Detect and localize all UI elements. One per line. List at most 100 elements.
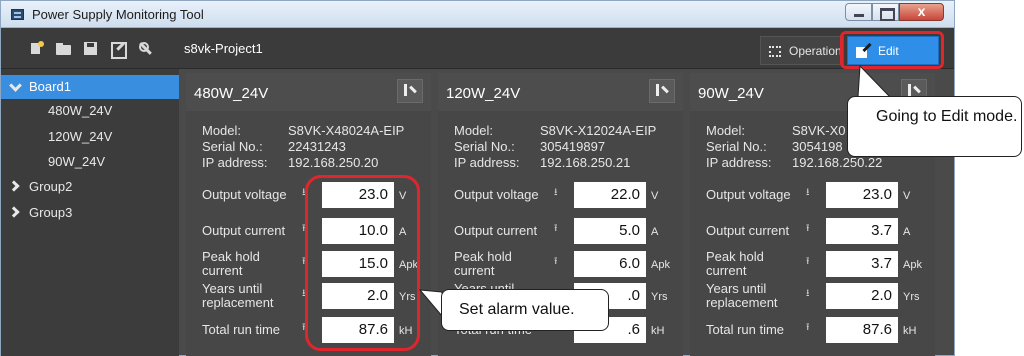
device-tree: Board1 480W_24V 120W_24V 90W_24V Group2 … — [1, 69, 179, 356]
output-voltage-field[interactable]: 23.0 — [826, 182, 898, 208]
unit-label: Apk — [903, 259, 922, 271]
output-voltage-row: Output voltage ⭳ 22.0 V — [454, 180, 679, 210]
model-value: S8VK-X48024A-EIP — [288, 123, 405, 138]
model-label: Model: — [706, 123, 746, 138]
collapse-panel-button[interactable] — [397, 79, 423, 103]
total-run-label: Total run time — [706, 322, 785, 337]
save-icon[interactable] — [83, 41, 99, 56]
output-current-row: Output current ⭱ 5.0 A — [454, 216, 679, 246]
device-info: Model: S8VK-X12024A-EIP Serial No.: 305419… — [454, 123, 656, 171]
alarm-values-highlight — [305, 175, 420, 351]
tree-item-480w[interactable]: 480W_24V — [1, 99, 179, 123]
maximize-button[interactable] — [872, 3, 899, 21]
operation-button[interactable]: Operation — [760, 36, 844, 65]
output-current-field[interactable]: 3.7 — [826, 218, 898, 244]
arrow-up-icon: ⭱ — [806, 322, 810, 333]
arrow-down-icon: ⭳ — [806, 288, 810, 299]
unit-label: Yrs — [903, 291, 920, 303]
ip-value: 192.168.250.22 — [792, 155, 883, 170]
edit-list-icon[interactable] — [110, 41, 127, 59]
arrow-down-icon: ⭳ — [554, 187, 558, 198]
model-value: S8VK-X12024A-EIP — [540, 123, 657, 138]
peak-hold-label: Peak hold current — [202, 249, 260, 278]
minimize-button[interactable] — [845, 3, 872, 21]
arrow-up-icon: ⭱ — [806, 223, 810, 234]
ip-label: IP address: — [454, 155, 520, 170]
wrench-icon[interactable] — [138, 41, 154, 56]
arrow-up-icon: ⭱ — [806, 256, 810, 267]
peak-hold-label: Peak hold current — [454, 249, 512, 278]
chevron-right-icon[interactable] — [8, 180, 20, 192]
close-button[interactable]: x — [899, 3, 944, 21]
unit-label: kH — [903, 325, 917, 337]
open-folder-icon[interactable] — [56, 41, 72, 56]
project-name: s8vk-Project1 — [184, 41, 263, 56]
peak-hold-row: Peak hold current ⭱ 6.0 Apk — [454, 249, 679, 279]
new-project-icon[interactable] — [29, 41, 45, 56]
unit-label: A — [903, 226, 911, 238]
arrow-up-icon: ⭱ — [554, 256, 558, 267]
tree-item-label: 90W_24V — [48, 154, 106, 169]
callout-edit-text: Going to Edit mode. — [876, 108, 1018, 125]
operation-icon — [769, 46, 781, 57]
tree-item-label: 480W_24V — [48, 103, 113, 118]
collapse-panel-button[interactable] — [649, 79, 675, 103]
panel-header: 480W_24V — [186, 73, 431, 111]
unit-label: kH — [651, 325, 665, 337]
tree-item-90w[interactable]: 90W_24V — [1, 150, 179, 174]
serial-label: Serial No.: — [706, 139, 767, 154]
total-run-label: Total run time — [202, 322, 281, 337]
tree-item-group3[interactable]: Group3 — [1, 201, 179, 225]
serial-label: Serial No.: — [454, 139, 515, 154]
unit-label: V — [651, 190, 659, 202]
serial-value: 22431243 — [288, 139, 346, 154]
peak-hold-label: Peak hold current — [706, 249, 764, 278]
window-controls: x — [845, 3, 944, 21]
output-voltage-field[interactable]: 22.0 — [574, 182, 646, 208]
arrow-down-icon: ⭳ — [806, 187, 810, 198]
serial-label: Serial No.: — [202, 139, 263, 154]
tree-item-label: 120W_24V — [48, 129, 113, 144]
tree-item-label: Board1 — [29, 79, 71, 94]
model-label: Model: — [454, 123, 494, 138]
callout-edit-mode: Going to Edit mode. — [847, 96, 1022, 157]
total-run-row: Total run time ⭱ 87.6 kH — [706, 315, 931, 345]
tree-item-group2[interactable]: Group2 — [1, 175, 179, 199]
peak-hold-field[interactable]: 6.0 — [574, 251, 646, 277]
peak-hold-field[interactable]: 3.7 — [826, 251, 898, 277]
total-run-field[interactable]: 87.6 — [826, 317, 898, 343]
output-current-field[interactable]: 5.0 — [574, 218, 646, 244]
years-until-label: Years until replacement — [706, 281, 778, 310]
output-voltage-label: Output voltage — [454, 187, 539, 202]
panel-title: 120W_24V — [446, 85, 521, 102]
ip-label: IP address: — [202, 155, 268, 170]
output-current-label: Output current — [706, 223, 790, 238]
callout-alarm-text: Set alarm value. — [459, 301, 575, 318]
panel-title: 480W_24V — [194, 85, 269, 102]
unit-label: V — [903, 190, 911, 202]
operation-label: Operation — [789, 44, 842, 58]
serial-value: 305419897 — [540, 139, 606, 154]
callout-set-alarm: Set alarm value. — [441, 289, 609, 331]
serial-value: 3054198 — [792, 139, 843, 154]
title-bar: Power Supply Monitoring Tool x — [1, 1, 954, 28]
ip-label: IP address: — [706, 155, 772, 170]
years-until-field[interactable]: 2.0 — [826, 283, 898, 309]
tree-item-board1[interactable]: Board1 — [1, 75, 179, 99]
panel-title: 90W_24V — [698, 85, 764, 102]
chevron-down-icon[interactable] — [9, 79, 22, 92]
output-current-row: Output current ⭱ 3.7 A — [706, 216, 931, 246]
unit-label: Yrs — [651, 291, 668, 303]
output-current-label: Output current — [202, 223, 286, 238]
chevron-right-icon[interactable] — [8, 206, 20, 218]
tree-item-label: Group3 — [29, 205, 73, 220]
years-until-row: Years until replacement ⭳ 2.0 Yrs — [706, 281, 931, 311]
output-voltage-label: Output voltage — [706, 187, 791, 202]
tree-item-120w[interactable]: 120W_24V — [1, 125, 179, 149]
years-until-label: Years until replacement — [202, 281, 274, 310]
output-current-label: Output current — [454, 223, 538, 238]
tree-item-label: Group2 — [29, 179, 73, 194]
output-voltage-row: Output voltage ⭳ 23.0 V — [706, 180, 931, 210]
window-title: Power Supply Monitoring Tool — [32, 7, 204, 22]
model-value: S8VK-X0 — [792, 123, 846, 138]
